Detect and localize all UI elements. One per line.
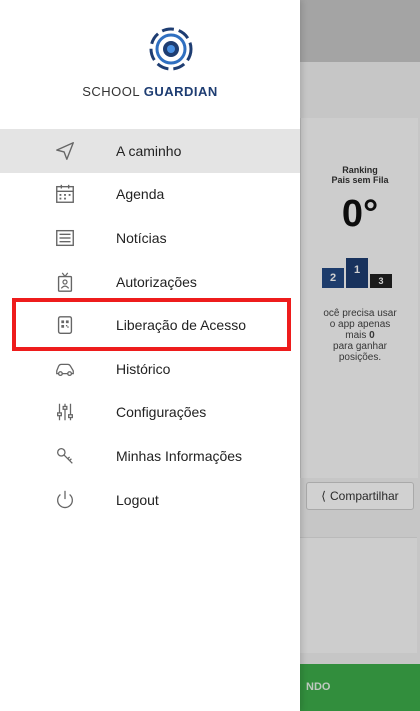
menu-item-label: A caminho — [116, 142, 182, 159]
drawer-scrim[interactable] — [300, 0, 420, 711]
sliders-icon — [54, 401, 76, 423]
menu-item-agenda[interactable]: Agenda — [0, 173, 300, 217]
brand-name: SCHOOL GUARDIAN — [0, 84, 300, 99]
power-icon — [54, 489, 76, 511]
menu-item-label: Agenda — [116, 186, 165, 203]
menu-item-liberacao-de-acesso[interactable]: Liberação de Acesso — [0, 303, 300, 347]
menu-item-label: Configurações — [116, 404, 207, 421]
brand-prefix: SCHOOL — [82, 84, 140, 99]
brand-title: GUARDIAN — [143, 84, 218, 99]
badge-icon — [54, 271, 76, 293]
menu-item-configuracoes[interactable]: Configurações — [0, 391, 300, 435]
menu-item-minhas-informacoes[interactable]: Minhas Informações — [0, 434, 300, 478]
menu-item-historico[interactable]: Histórico — [0, 347, 300, 391]
qr-code-icon — [54, 314, 76, 336]
drawer-menu: A caminho Agenda Notícias Autorizações L… — [0, 129, 300, 521]
menu-item-label: Minhas Informações — [116, 447, 243, 464]
menu-item-label: Liberação de Acesso — [116, 317, 246, 334]
menu-item-autorizacoes[interactable]: Autorizações — [0, 260, 300, 304]
navigation-drawer: SCHOOL GUARDIAN A caminho Agenda Notícia… — [0, 0, 300, 711]
send-icon — [54, 140, 76, 162]
menu-item-a-caminho[interactable]: A caminho — [0, 129, 300, 173]
menu-item-label: Autorizações — [116, 273, 197, 290]
school-guardian-logo-icon — [149, 27, 193, 71]
menu-item-noticias[interactable]: Notícias — [0, 216, 300, 260]
menu-item-logout[interactable]: Logout — [0, 478, 300, 522]
user-info-icon — [54, 445, 76, 467]
calendar-icon — [54, 183, 76, 205]
history-car-icon — [54, 358, 76, 380]
news-icon — [54, 227, 76, 249]
menu-item-label: Histórico — [116, 360, 171, 377]
menu-item-label: Notícias — [116, 229, 167, 246]
menu-item-label: Logout — [116, 491, 159, 508]
